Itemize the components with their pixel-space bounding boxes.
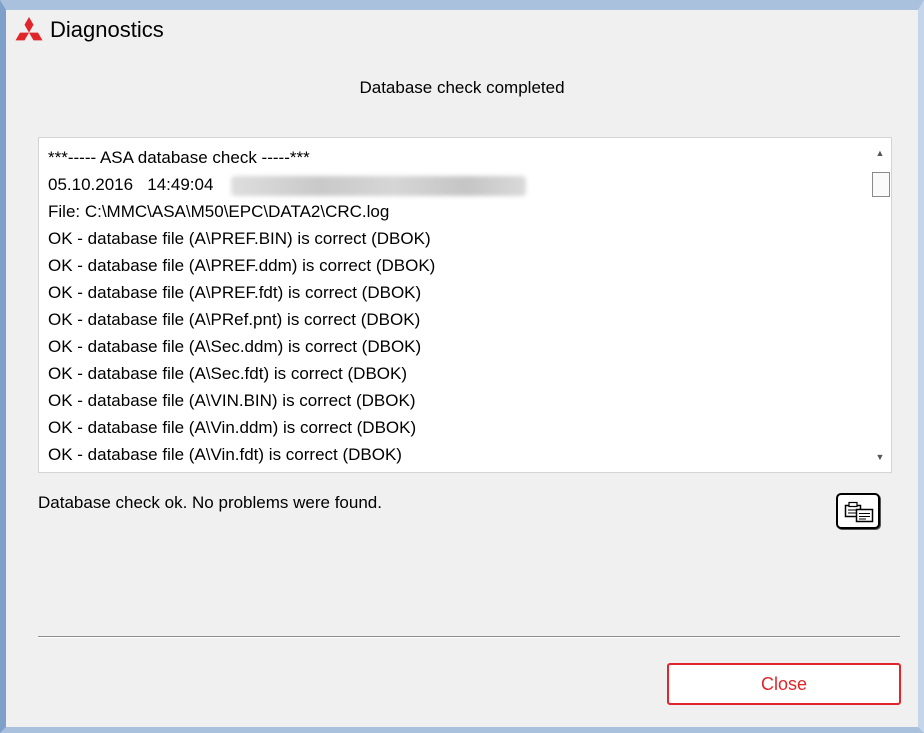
close-button[interactable]: Close bbox=[667, 663, 901, 705]
scroll-down-arrow-icon[interactable]: ▼ bbox=[869, 448, 891, 466]
page-title: Database check completed bbox=[359, 78, 565, 97]
log-line: OK - database file (A\PREF.BIN) is corre… bbox=[48, 229, 431, 248]
copy-to-clipboard-button[interactable] bbox=[836, 493, 880, 529]
scroll-up-arrow-icon[interactable]: ▲ bbox=[869, 144, 891, 162]
log-line: ***----- ASA database check -----*** bbox=[48, 148, 310, 167]
title-bar: Diagnostics bbox=[14, 14, 164, 46]
log-listbox[interactable]: ***----- ASA database check -----*** 05.… bbox=[38, 137, 892, 473]
mitsubishi-logo-icon bbox=[15, 17, 43, 41]
log-scrollbar[interactable]: ▲ ▼ bbox=[869, 138, 891, 472]
log-line: OK - database file (A\PREF.ddm) is corre… bbox=[48, 256, 436, 275]
clipboard-copy-icon bbox=[844, 501, 874, 523]
log-line: OK - database file (A\Vin.ddm) is correc… bbox=[48, 418, 417, 437]
log-lines: ***----- ASA database check -----*** 05.… bbox=[48, 144, 861, 468]
log-datetime: 05.10.2016 14:49:04 bbox=[48, 175, 214, 194]
redacted-text bbox=[231, 175, 527, 196]
divider bbox=[38, 636, 900, 638]
log-line: OK - database file (A\Sec.ddm) is correc… bbox=[48, 337, 422, 356]
window-title: Diagnostics bbox=[50, 17, 164, 42]
log-line: OK - database file (A\VIN.BIN) is correc… bbox=[48, 391, 416, 410]
scrollbar-thumb[interactable] bbox=[872, 172, 890, 197]
log-line-datetime: 05.10.2016 14:49:04 bbox=[48, 171, 861, 198]
log-line: File: C:\MMC\ASA\M50\EPC\DATA2\CRC.log bbox=[48, 202, 390, 221]
status-message: Database check ok. No problems were foun… bbox=[38, 493, 382, 512]
log-line: OK - database file (A\PRef.pnt) is corre… bbox=[48, 310, 421, 329]
log-line: OK - database file (A\Sec.fdt) is correc… bbox=[48, 364, 408, 383]
log-line: OK - database file (A\PREF.fdt) is corre… bbox=[48, 283, 422, 302]
log-line: OK - database file (A\Vin.fdt) is correc… bbox=[48, 445, 402, 464]
